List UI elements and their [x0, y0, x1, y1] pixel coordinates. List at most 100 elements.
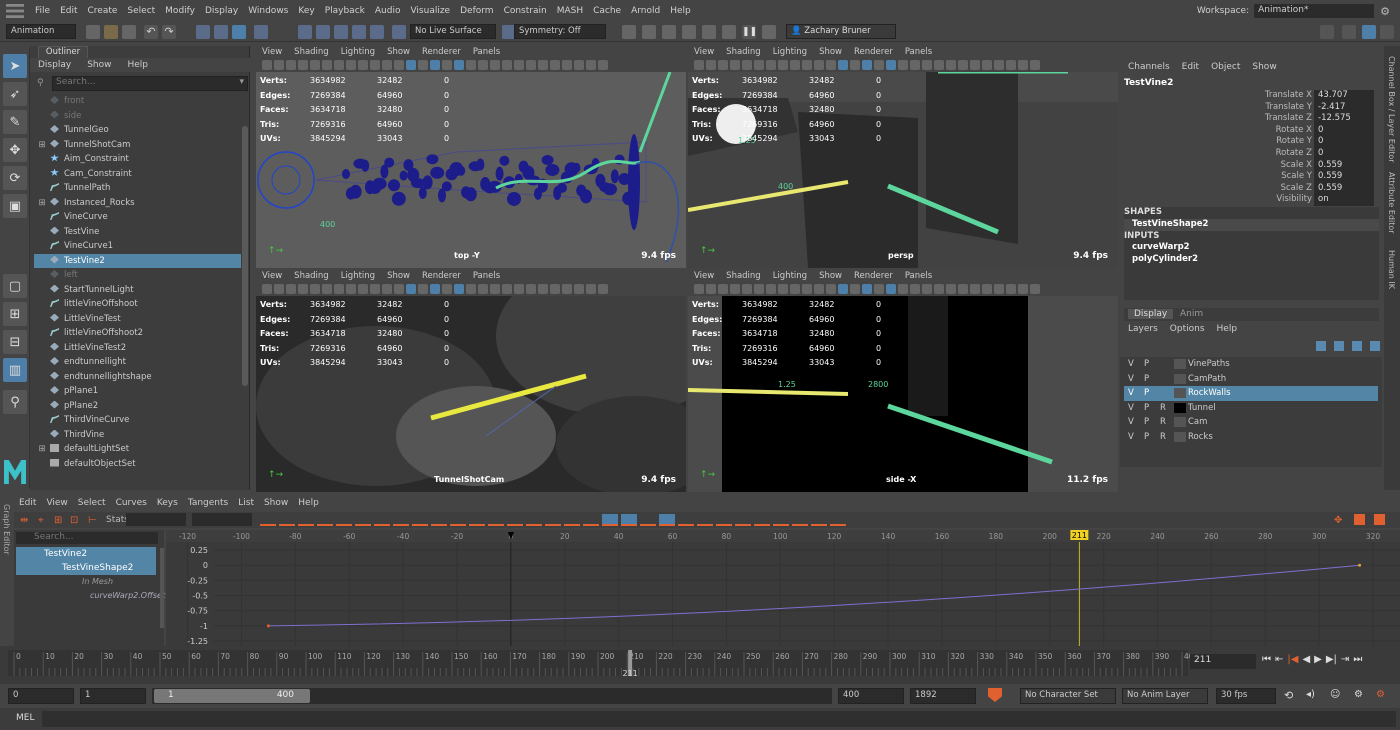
exposure-icon[interactable]: [1006, 60, 1016, 70]
exposure-icon[interactable]: [574, 284, 584, 294]
layer-playback-toggle[interactable]: P: [1144, 386, 1149, 401]
antialias-icon[interactable]: [514, 60, 524, 70]
unify-tangent-icon[interactable]: [507, 514, 523, 526]
menu-set-dropdown[interactable]: Animation: [6, 24, 76, 39]
expand-plus-icon[interactable]: ⊞: [34, 138, 50, 153]
single-perspective-icon[interactable]: ▢: [3, 274, 27, 298]
menu-visualize[interactable]: Visualize: [405, 6, 455, 16]
menu-deform[interactable]: Deform: [455, 6, 498, 16]
maya-menu-icon[interactable]: [6, 4, 24, 18]
anim-layer-dropdown[interactable]: No Anim Layer: [1122, 688, 1208, 704]
antialias-icon[interactable]: [946, 284, 956, 294]
isolate-select-icon[interactable]: [526, 60, 536, 70]
stats-field-1[interactable]: [126, 513, 186, 526]
stacked-curves-icon[interactable]: [659, 514, 675, 526]
outliner-item-endtunnellightshape[interactable]: endtunnellightshape: [34, 370, 241, 385]
film-gate-icon[interactable]: [322, 284, 332, 294]
search-tool-icon[interactable]: ⚲: [3, 390, 27, 414]
pan-zoom-icon[interactable]: [394, 284, 404, 294]
resolution-gate-icon[interactable]: [766, 284, 776, 294]
viewport-scene[interactable]: 400.25Verts:3634982324820Edges:726938464…: [256, 72, 686, 268]
resolution-gate-icon[interactable]: [766, 60, 776, 70]
layer-color-swatch[interactable]: [1174, 417, 1186, 427]
channel-value-rotate-z[interactable]: 0: [1314, 148, 1374, 160]
xray-joints-icon[interactable]: [550, 60, 560, 70]
auto-tangent-icon[interactable]: [336, 514, 352, 526]
channel-value-scale-x[interactable]: 0.559: [1314, 159, 1374, 172]
layer-menu-help[interactable]: Help: [1213, 324, 1246, 334]
scale-tool-icon[interactable]: ▣: [3, 194, 27, 218]
viewport-menu-renderer[interactable]: Renderer: [848, 47, 899, 57]
menu-audio[interactable]: Audio: [370, 6, 406, 16]
menu-windows[interactable]: Windows: [243, 6, 293, 16]
move-layer-up-icon[interactable]: [1352, 341, 1362, 351]
outliner-item-endtunnellight[interactable]: endtunnellight: [34, 355, 241, 370]
isolate-select-icon[interactable]: [958, 284, 968, 294]
film-gate-icon[interactable]: [322, 60, 332, 70]
viewport-menu-lighting[interactable]: Lighting: [767, 271, 813, 281]
outliner-item-tunnelgeo[interactable]: TunnelGeo: [34, 123, 241, 138]
viewport-menu-panels[interactable]: Panels: [899, 271, 938, 281]
layer-playback-toggle[interactable]: P: [1144, 357, 1149, 372]
layer-visibility-toggle[interactable]: V: [1128, 386, 1134, 401]
ambient-occlusion-icon[interactable]: [922, 60, 932, 70]
buffer-curve-icon[interactable]: [469, 514, 485, 526]
pan-zoom-icon[interactable]: [394, 60, 404, 70]
textured-icon[interactable]: [454, 60, 464, 70]
layer-visibility-toggle[interactable]: V: [1128, 401, 1134, 416]
xray-icon[interactable]: [970, 60, 980, 70]
grease-pencil-icon[interactable]: [406, 284, 416, 294]
motion-blur-icon[interactable]: [934, 284, 944, 294]
channel-value-scale-y[interactable]: 0.559: [1314, 171, 1374, 183]
plateau-tangent-icon[interactable]: [450, 514, 466, 526]
outliner-item-pplane2[interactable]: pPlane2: [34, 399, 241, 414]
safe-title-icon[interactable]: [814, 284, 824, 294]
menu-create[interactable]: Create: [83, 6, 123, 16]
user-account-dropdown[interactable]: 👤 Zachary Bruner: [786, 24, 896, 39]
grease-pencil-icon[interactable]: [838, 60, 848, 70]
viewport-menu-view[interactable]: View: [256, 47, 288, 57]
select-camera-icon[interactable]: [262, 60, 272, 70]
graph-menu-list[interactable]: List: [233, 498, 259, 508]
menu-help[interactable]: Help: [665, 6, 696, 16]
graph-search-input[interactable]: Search...: [16, 532, 158, 544]
outliner-search-input[interactable]: ⚲ Search... ▾: [37, 76, 248, 91]
go-to-start-icon[interactable]: ⏮: [1262, 654, 1271, 665]
menu-file[interactable]: File: [30, 6, 55, 16]
viewport-menu-panels[interactable]: Panels: [467, 47, 506, 57]
step-forward-frame-icon[interactable]: ▶|: [1326, 654, 1337, 665]
viewport-menu-view[interactable]: View: [688, 271, 720, 281]
time-snap-icon[interactable]: [716, 514, 732, 526]
viewport-persp[interactable]: View Shading Lighting Show Renderer Panels 400…: [688, 46, 1118, 268]
channel-scale-z[interactable]: Scale Z: [1112, 183, 1312, 195]
range-slider-handle[interactable]: 1 400: [154, 689, 310, 703]
outliner-item-littlevinetest2[interactable]: LittleVineTest2: [34, 341, 241, 356]
live-surface-field[interactable]: No Live Surface: [410, 24, 496, 39]
field-chart-icon[interactable]: [790, 60, 800, 70]
input-polycylinder[interactable]: polyCylinder2: [1132, 254, 1198, 264]
bookmark-icon[interactable]: [286, 284, 296, 294]
channel-menu-edit[interactable]: Edit: [1178, 62, 1207, 72]
playback-prefs-icon[interactable]: ⚙: [1354, 689, 1363, 700]
channel-value-translate-x[interactable]: 43.707: [1314, 90, 1374, 102]
isolate-select-icon[interactable]: [526, 284, 536, 294]
viewport-tunnelshotcam[interactable]: View Shading Lighting Show Renderer Panels Ver…: [256, 270, 686, 492]
key-ticks-icon[interactable]: ✥: [1334, 515, 1342, 526]
spline-tangent-icon[interactable]: [355, 514, 371, 526]
ipr-render-icon[interactable]: [662, 25, 676, 39]
gamma-icon[interactable]: [586, 284, 596, 294]
render-settings-icon[interactable]: [682, 25, 696, 39]
select-camera-icon[interactable]: [694, 60, 704, 70]
outliner-item-front[interactable]: front: [34, 94, 241, 109]
layer-row-campath[interactable]: V P CamPath: [1124, 372, 1378, 387]
smooth-shade-icon[interactable]: [430, 284, 440, 294]
graph-menu-edit[interactable]: Edit: [14, 498, 41, 508]
menu-constrain[interactable]: Constrain: [499, 6, 552, 16]
outliner-item-thirdvine[interactable]: ThirdVine: [34, 428, 241, 443]
range-slider[interactable]: 1 400: [152, 688, 832, 704]
safe-action-icon[interactable]: [370, 284, 380, 294]
layer-color-swatch[interactable]: [1174, 388, 1186, 398]
grease-pencil-icon[interactable]: [406, 60, 416, 70]
pan-zoom-icon[interactable]: [826, 284, 836, 294]
viewport-menu-renderer[interactable]: Renderer: [416, 47, 467, 57]
